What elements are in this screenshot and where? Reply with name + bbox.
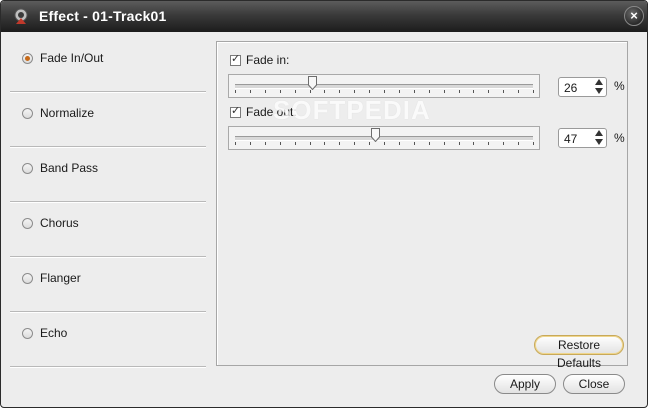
effect-dialog: Effect - 01-Track01 × Fade In/Out Normal… — [0, 0, 648, 408]
slider-tick — [473, 90, 475, 93]
slider-tick — [294, 90, 296, 93]
slider-tick — [324, 90, 326, 93]
sidebar-item-label: Chorus — [40, 216, 79, 230]
apply-button[interactable]: Apply — [494, 374, 556, 394]
sidebar-item-band-pass[interactable]: Band Pass — [10, 148, 206, 202]
fade-in-checkbox[interactable]: ✓ — [230, 53, 241, 66]
radio-icon[interactable] — [22, 273, 33, 284]
slider-tick — [384, 90, 385, 93]
slider-tick — [354, 90, 356, 93]
sidebar-item-echo[interactable]: Echo — [10, 313, 206, 367]
restore-defaults-button[interactable]: Restore Defaults — [534, 335, 624, 370]
slider-tick — [518, 142, 520, 145]
slider-tick — [384, 142, 385, 145]
slider-tick — [309, 142, 311, 145]
slider-tick — [413, 90, 415, 93]
sidebar-item-label: Echo — [40, 326, 68, 340]
sidebar-item-label: Normalize — [40, 106, 95, 120]
sidebar-item-label: Band Pass — [40, 161, 99, 175]
slider-tick — [339, 142, 341, 145]
fade-out-checkbox[interactable]: ✓ — [230, 105, 241, 118]
sidebar-item-label: Fade In/Out — [40, 51, 104, 65]
checkmark-icon: ✓ — [231, 53, 241, 65]
close-icon[interactable]: × — [624, 6, 644, 26]
radio-selected-icon[interactable] — [22, 53, 33, 64]
close-button[interactable]: Close — [563, 374, 625, 394]
slider-tick — [324, 142, 326, 145]
slider-tick — [309, 90, 311, 93]
softpedia-watermark: SOFTPEDIA — [273, 95, 431, 125]
sidebar-item-normalize[interactable]: Normalize — [10, 93, 206, 147]
sidebar-item-fade-in-out[interactable]: Fade In/Out — [10, 38, 206, 92]
slider-tick — [249, 142, 251, 145]
spin-down-icon[interactable] — [595, 139, 603, 145]
slider-tick — [369, 90, 371, 93]
fade-out-unit: % — [614, 131, 625, 145]
slider-tick — [235, 142, 236, 145]
spin-up-icon[interactable] — [595, 130, 603, 136]
effect-settings-panel: ✓ Fade in: 26 % ✓ Fade out: 47 % Restore… — [216, 41, 628, 370]
fade-in-value: 26 — [564, 81, 578, 95]
radio-icon[interactable] — [22, 328, 33, 339]
fade-in-slider-thumb[interactable] — [307, 76, 317, 90]
slider-tick — [458, 90, 460, 93]
sidebar-item-chorus[interactable]: Chorus — [10, 203, 206, 257]
slider-track — [235, 136, 533, 141]
fade-out-slider-thumb[interactable] — [370, 128, 380, 142]
window-title: Effect - 01-Track01 — [39, 8, 167, 24]
slider-tick — [428, 90, 430, 93]
sidebar-item-label: Flanger — [40, 271, 81, 285]
fade-in-label: Fade in: — [246, 53, 290, 67]
radio-icon[interactable] — [22, 218, 33, 229]
fade-in-spinbox[interactable]: 26 — [558, 77, 607, 97]
fade-out-value: 47 — [564, 132, 578, 146]
slider-tick — [518, 90, 520, 93]
slider-tick — [235, 90, 236, 93]
slider-tick — [503, 142, 505, 145]
slider-track — [235, 84, 533, 89]
slider-tick — [369, 142, 371, 145]
slider-tick — [279, 90, 281, 93]
slider-tick — [473, 142, 475, 145]
radio-icon[interactable] — [22, 108, 33, 119]
slider-tick — [458, 142, 460, 145]
slider-tick — [354, 142, 356, 145]
radio-icon[interactable] — [22, 163, 33, 174]
fade-out-slider[interactable] — [228, 126, 540, 150]
spin-up-icon[interactable] — [595, 79, 603, 85]
slider-tick — [339, 90, 341, 93]
slider-tick — [533, 142, 534, 145]
slider-tick — [413, 142, 415, 145]
slider-tick — [488, 90, 490, 93]
slider-tick — [294, 142, 296, 145]
speaker-icon — [14, 8, 28, 24]
slider-tick — [398, 142, 400, 145]
slider-tick — [443, 90, 445, 93]
slider-tick — [264, 90, 266, 93]
title-bar[interactable]: Effect - 01-Track01 × — [1, 1, 647, 32]
slider-tick — [503, 90, 505, 93]
fade-out-spinbox[interactable]: 47 — [558, 128, 607, 148]
fade-in-unit: % — [614, 79, 625, 93]
slider-tick — [398, 90, 400, 93]
slider-tick — [443, 142, 445, 145]
slider-tick — [428, 142, 430, 145]
spin-down-icon[interactable] — [595, 88, 603, 94]
slider-tick — [533, 90, 534, 93]
slider-tick — [264, 142, 266, 145]
checkmark-icon: ✓ — [231, 105, 241, 117]
sidebar-item-flanger[interactable]: Flanger — [10, 258, 206, 312]
slider-tick — [488, 142, 490, 145]
slider-tick — [279, 142, 281, 145]
slider-tick — [249, 90, 251, 93]
